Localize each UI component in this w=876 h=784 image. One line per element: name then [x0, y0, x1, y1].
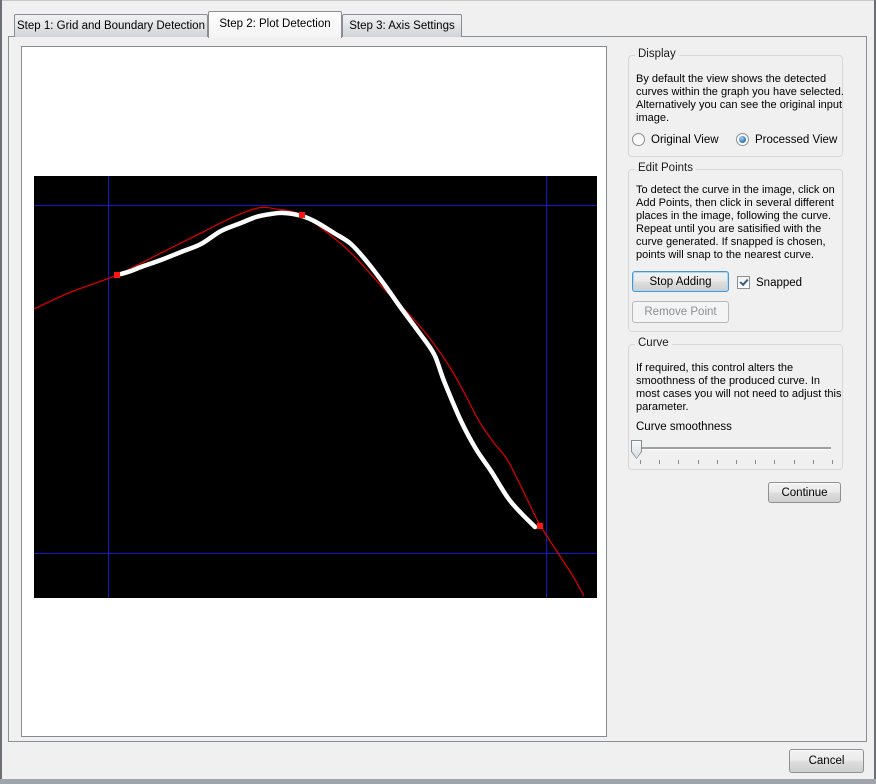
display-description: By default the view shows the detected c… — [636, 73, 844, 125]
window-frame-bottom — [0, 779, 876, 784]
curve-group-title: Curve — [635, 337, 672, 349]
plot-detection-window: Step 1: Grid and Boundary Detection Step… — [0, 0, 876, 784]
slider-tick — [832, 460, 833, 464]
remove-point-button[interactable]: Remove Point — [632, 301, 729, 323]
curve-smoothness-label: Curve smoothness — [636, 421, 732, 433]
tab-step3-axis-settings[interactable]: Step 3: Axis Settings — [342, 14, 462, 37]
slider-tick-marks — [640, 460, 832, 464]
stop-adding-button[interactable]: Stop Adding — [632, 271, 729, 292]
slider-tick — [813, 460, 814, 464]
cancel-button[interactable]: Cancel — [789, 749, 864, 773]
window-frame-left — [0, 0, 2, 784]
curve-description: If required, this control alters the smo… — [636, 362, 844, 414]
snapped-label: Snapped — [756, 277, 802, 289]
processed-view-radio[interactable] — [736, 133, 749, 146]
slider-tick — [736, 460, 737, 464]
slider-tick — [794, 460, 795, 464]
curve-smoothness-slider-track[interactable] — [632, 447, 831, 449]
slider-tick — [640, 460, 641, 464]
original-view-radio[interactable] — [632, 133, 645, 146]
display-group-title: Display — [635, 48, 679, 60]
slider-tick — [755, 460, 756, 464]
slider-tick — [659, 460, 660, 464]
edit-points-group-title: Edit Points — [635, 162, 696, 174]
window-frame-top — [0, 0, 876, 1]
tab-step2-plot-detection[interactable]: Step 2: Plot Detection — [208, 11, 342, 38]
slider-tick — [774, 460, 775, 464]
edit-points-description: To detect the curve in the image, click … — [636, 184, 844, 262]
tab-step1-grid-boundary[interactable]: Step 1: Grid and Boundary Detection — [14, 14, 208, 37]
snapped-checkbox[interactable] — [737, 276, 750, 289]
plot-image[interactable] — [34, 176, 597, 598]
slider-tick — [678, 460, 679, 464]
slider-tick — [698, 460, 699, 464]
image-view-panel[interactable] — [21, 46, 607, 737]
continue-button[interactable]: Continue — [768, 482, 841, 503]
original-view-label: Original View — [651, 134, 719, 146]
processed-view-label: Processed View — [755, 134, 837, 146]
slider-tick — [717, 460, 718, 464]
detected-curves-canvas — [34, 176, 597, 598]
